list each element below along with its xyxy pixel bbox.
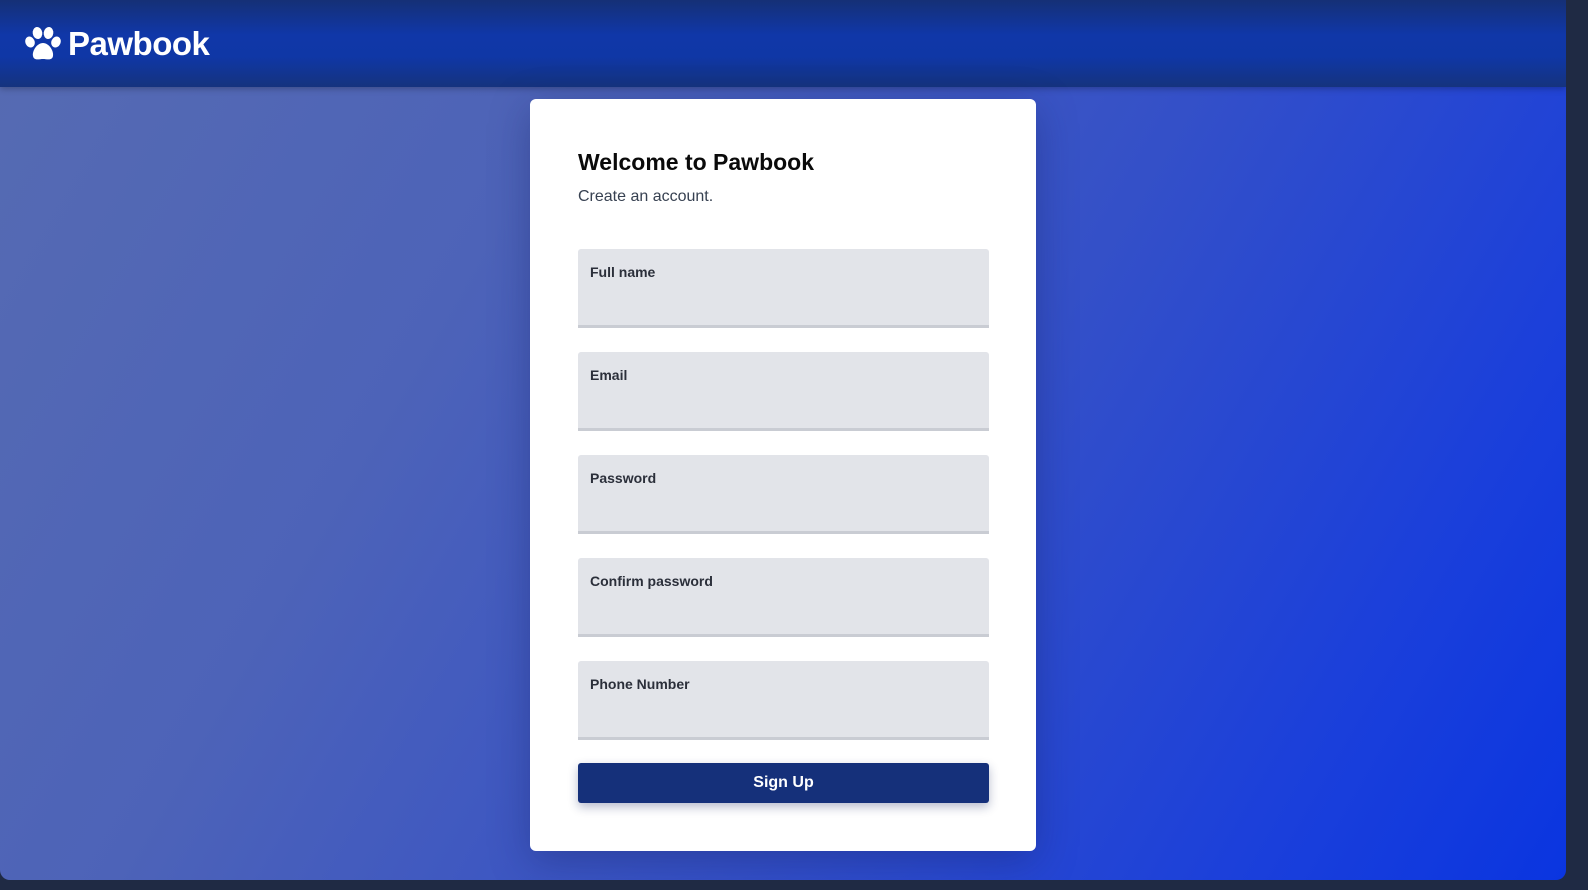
- full-name-label: Full name: [590, 264, 656, 280]
- brand-name: Pawbook: [68, 24, 210, 62]
- sign-up-button[interactable]: Sign Up: [578, 763, 989, 803]
- full-name-input[interactable]: [590, 289, 979, 317]
- page-subtitle: Create an account.: [578, 188, 714, 205]
- confirm-password-input[interactable]: [590, 598, 979, 626]
- email-label: Email: [590, 367, 628, 383]
- phone-number-field[interactable]: Phone Number: [578, 661, 989, 740]
- phone-number-label: Phone Number: [590, 676, 690, 692]
- signup-card: Welcome to Pawbook Create an account. Fu…: [530, 99, 1036, 851]
- password-input[interactable]: [590, 495, 979, 523]
- phone-number-input[interactable]: [590, 701, 979, 729]
- password-field[interactable]: Password: [578, 455, 989, 534]
- page-title: Welcome to Pawbook: [578, 149, 815, 175]
- email-input[interactable]: [590, 392, 979, 420]
- confirm-password-label: Confirm password: [590, 573, 713, 589]
- brand-logo[interactable]: Pawbook: [24, 24, 210, 63]
- email-field[interactable]: Email: [578, 352, 989, 431]
- password-label: Password: [590, 470, 657, 486]
- top-navigation-bar: Pawbook: [0, 0, 1566, 87]
- full-name-field[interactable]: Full name: [578, 249, 989, 328]
- page-background: Pawbook Welcome to Pawbook Create an acc…: [0, 0, 1566, 880]
- paw-icon: [25, 26, 61, 59]
- confirm-password-field[interactable]: Confirm password: [578, 558, 989, 637]
